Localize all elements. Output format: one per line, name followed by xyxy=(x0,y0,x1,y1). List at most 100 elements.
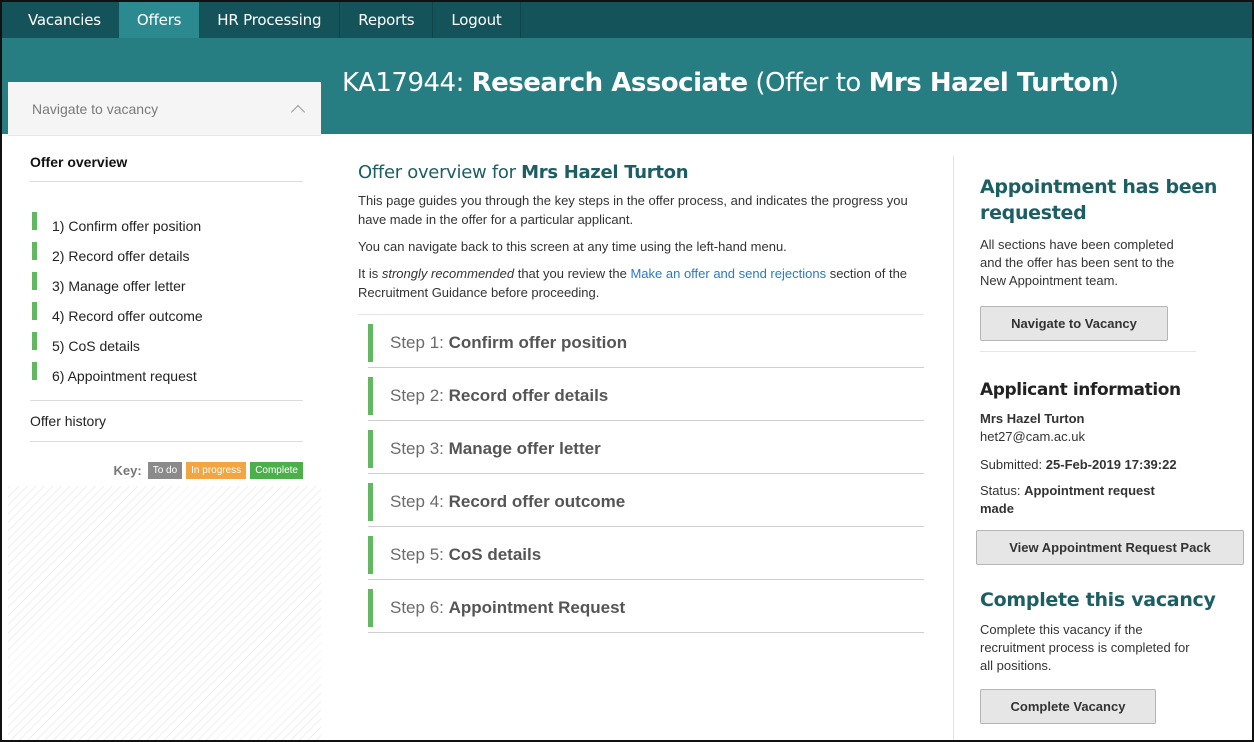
step-prefix: Step 6: xyxy=(390,598,444,617)
key-todo-badge: To do xyxy=(147,462,183,479)
applicant-info-heading: Applicant information xyxy=(980,380,1181,400)
menu-item-label: 2) Record offer details xyxy=(52,247,190,264)
step-prefix: Step 3: xyxy=(390,439,444,458)
complete-vacancy-button[interactable]: Complete Vacancy xyxy=(980,689,1156,724)
offer-suffix: ) xyxy=(1108,68,1119,98)
offer-menu: Offer overview 1) Confirm offer position… xyxy=(8,136,321,486)
nav-offers[interactable]: Offers xyxy=(118,2,200,38)
step-title: Step 5: CoS details xyxy=(390,545,541,565)
menu-item-manage-offer-letter[interactable]: 3) Manage offer letter xyxy=(30,268,303,298)
offer-applicant: Mrs Hazel Turton xyxy=(868,68,1110,98)
step-title: Step 3: Manage offer letter xyxy=(390,439,601,459)
menu-item-label: 6) Appointment request xyxy=(52,367,197,384)
vacancy-role: Research Associate xyxy=(471,68,748,98)
menu-offer-overview[interactable]: Offer overview xyxy=(30,136,303,182)
status-complete-bar xyxy=(368,483,373,521)
status-complete-bar xyxy=(368,589,373,627)
step-title: Step 6: Appointment Request xyxy=(390,598,625,618)
divider xyxy=(980,351,1196,352)
menu-item-label: 3) Manage offer letter xyxy=(52,277,186,294)
appointment-heading: Appointment has been requested xyxy=(980,176,1218,224)
step-cos-details[interactable]: Step 5: CoS details xyxy=(368,527,924,580)
navigation-note: You can navigate back to this screen at … xyxy=(358,239,787,254)
step-name: Record offer outcome xyxy=(448,492,626,511)
status-key: Key: To do In progress Complete xyxy=(30,462,303,479)
menu-item-cos-details[interactable]: 5) CoS details xyxy=(30,328,303,358)
right-panel: Appointment has been requested All secti… xyxy=(976,174,1244,724)
step-name: Manage offer letter xyxy=(448,439,601,458)
status-complete-bar xyxy=(32,332,37,350)
step-name: Confirm offer position xyxy=(448,333,628,352)
step-record-offer-details[interactable]: Step 2: Record offer details xyxy=(368,368,924,421)
recommendation-text: It is strongly recommended that you revi… xyxy=(358,264,924,302)
menu-offer-history[interactable]: Offer history xyxy=(30,400,303,442)
menu-item-label: 5) CoS details xyxy=(52,337,140,354)
nav-reports[interactable]: Reports xyxy=(340,2,432,38)
appointment-text: All sections have been completed and the… xyxy=(980,237,1175,288)
step-appointment-request[interactable]: Step 6: Appointment Request xyxy=(368,580,924,633)
status-complete-bar xyxy=(32,302,37,320)
navigate-to-vacancy-label: Navigate to vacancy xyxy=(32,100,159,117)
status-info: Status: Appointment request made xyxy=(980,482,1190,518)
step-prefix: Step 4: xyxy=(390,492,444,511)
rec-emphasis: strongly recommended xyxy=(381,266,515,281)
status-complete-bar xyxy=(368,324,373,362)
submitted-info: Submitted: 25-Feb-2019 17:39:22 xyxy=(980,456,1242,474)
step-title: Step 1: Confirm offer position xyxy=(390,333,627,353)
rec-mid: that you review the xyxy=(517,266,627,281)
step-title: Step 4: Record offer outcome xyxy=(390,492,625,512)
offer-prefix: (Offer to xyxy=(755,68,861,98)
left-sidebar: Navigate to vacancy Offer overview 1) Co… xyxy=(8,82,321,740)
main-content: Offer overview for Mrs Hazel Turton This… xyxy=(358,162,924,633)
status-complete-bar xyxy=(368,430,373,468)
status-label: Status: xyxy=(980,483,1021,498)
step-name: Appointment Request xyxy=(448,598,626,617)
nav-hr-processing[interactable]: HR Processing xyxy=(199,2,339,38)
guidance-link[interactable]: Make an offer and send rejections xyxy=(630,266,826,281)
submitted-value: 25-Feb-2019 17:39:22 xyxy=(1045,457,1177,472)
step-prefix: Step 5: xyxy=(390,545,444,564)
status-complete-bar xyxy=(32,362,37,380)
menu-item-label: 4) Record offer outcome xyxy=(52,307,203,324)
menu-item-label: 1) Confirm offer position xyxy=(52,217,202,234)
menu-item-record-offer-details[interactable]: 2) Record offer details xyxy=(30,238,303,268)
navigate-to-vacancy-button[interactable]: Navigate to Vacancy xyxy=(980,306,1168,341)
step-confirm-offer-position[interactable]: Step 1: Confirm offer position xyxy=(368,315,924,368)
submitted-label: Submitted: xyxy=(980,457,1043,472)
step-title: Step 2: Record offer details xyxy=(390,386,608,406)
nav-logout[interactable]: Logout xyxy=(433,2,519,38)
rec-prefix: It is xyxy=(358,266,379,281)
nav-separator xyxy=(519,2,521,38)
step-name: CoS details xyxy=(448,545,542,564)
chevron-up-icon xyxy=(290,104,306,119)
step-record-offer-outcome[interactable]: Step 4: Record offer outcome xyxy=(368,474,924,527)
key-in-progress-badge: In progress xyxy=(186,462,247,479)
step-prefix: Step 1: xyxy=(390,333,444,352)
menu-steps: 1) Confirm offer position 2) Record offe… xyxy=(30,182,303,388)
status-complete-bar xyxy=(368,377,373,415)
applicant-email: het27@cam.ac.uk xyxy=(980,429,1085,444)
step-prefix: Step 2: xyxy=(390,386,444,405)
page-title: KA17944: Research Associate (Offer to Mr… xyxy=(342,68,1119,98)
key-label: Key: xyxy=(113,463,142,478)
nav-vacancies[interactable]: Vacancies xyxy=(10,2,119,38)
overview-heading-name: Mrs Hazel Turton xyxy=(521,162,689,183)
vacancy-ref: KA17944: xyxy=(342,68,464,98)
intro-text: This page guides you through the key ste… xyxy=(358,193,908,227)
complete-vacancy-heading: Complete this vacancy xyxy=(980,589,1216,611)
status-complete-bar xyxy=(32,272,37,290)
navigate-to-vacancy-toggle[interactable]: Navigate to vacancy xyxy=(8,82,321,136)
step-manage-offer-letter[interactable]: Step 3: Manage offer letter xyxy=(368,421,924,474)
status-complete-bar xyxy=(368,536,373,574)
menu-item-confirm-offer-position[interactable]: 1) Confirm offer position xyxy=(30,208,303,238)
applicant-name: Mrs Hazel Turton xyxy=(980,411,1085,426)
menu-item-record-offer-outcome[interactable]: 4) Record offer outcome xyxy=(30,298,303,328)
top-nav: Vacancies Offers HR Processing Reports L… xyxy=(2,2,1252,38)
overview-heading-prefix: Offer overview for xyxy=(358,162,516,183)
view-appointment-pack-button[interactable]: View Appointment Request Pack xyxy=(976,530,1244,565)
status-complete-bar xyxy=(32,212,37,230)
step-name: Record offer details xyxy=(448,386,609,405)
menu-item-appointment-request[interactable]: 6) Appointment request xyxy=(30,358,303,388)
overview-heading: Offer overview for Mrs Hazel Turton xyxy=(358,162,924,183)
status-complete-bar xyxy=(32,242,37,260)
